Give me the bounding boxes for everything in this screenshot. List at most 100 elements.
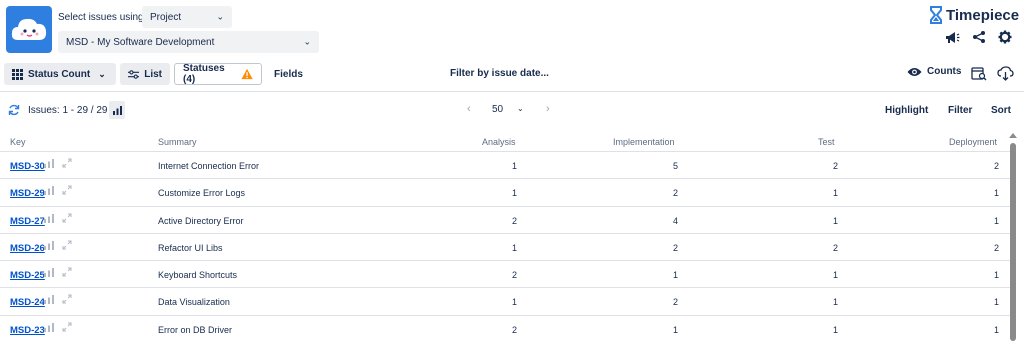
megaphone-icon[interactable]	[945, 31, 960, 44]
expand-icon	[62, 267, 72, 277]
table-header: Key Summary Analysis Implementation Test…	[0, 132, 1010, 152]
status-count-label: Status Count	[28, 68, 91, 80]
issue-chart-button[interactable]	[44, 322, 54, 335]
issue-key-link[interactable]: MSD-23	[10, 325, 45, 336]
table-row: MSD-23 Error on DB Driver 2 1 1 1	[0, 316, 1010, 341]
row-actions	[44, 158, 72, 171]
analysis-count: 2	[511, 324, 517, 335]
chevron-down-icon: ⌄	[98, 68, 106, 79]
filter-by-date-button[interactable]: Filter by issue date...	[450, 68, 549, 79]
eye-icon	[907, 67, 922, 76]
issue-key-link[interactable]: MSD-30	[10, 161, 45, 172]
issue-key-link[interactable]: MSD-25	[10, 270, 45, 281]
chevron-down-icon: ⌄	[216, 11, 224, 22]
grid-icon	[12, 68, 23, 80]
issue-key-link[interactable]: MSD-27	[10, 216, 45, 227]
issue-chart-button[interactable]	[44, 159, 54, 171]
bar-chart-icon	[44, 268, 54, 278]
implementation-count: 2	[672, 242, 678, 253]
chevron-down-icon: ⌄	[303, 36, 311, 47]
column-header-analysis[interactable]: Analysis	[482, 137, 516, 147]
expand-icon	[62, 185, 72, 195]
column-header-summary[interactable]: Summary	[158, 137, 197, 147]
table-row: MSD-29 Customize Error Logs 1 2 1 1	[0, 179, 1010, 207]
selection-mode-dropdown[interactable]: Project ⌄	[142, 6, 232, 28]
test-count: 1	[832, 324, 838, 335]
filter-button[interactable]: Filter	[948, 105, 972, 116]
issue-expand-button[interactable]	[62, 267, 72, 280]
bar-chart-icon	[112, 105, 122, 115]
bar-chart-icon	[44, 159, 54, 168]
previous-page-button[interactable]: ‹	[467, 103, 471, 115]
status-count-button[interactable]: Status Count ⌄	[4, 63, 116, 85]
bar-chart-icon	[44, 295, 54, 305]
issue-expand-button[interactable]	[62, 213, 72, 226]
list-button[interactable]: List	[120, 63, 170, 85]
analysis-count: 1	[511, 242, 517, 253]
deployment-count: 1	[993, 270, 999, 281]
calendar-search-icon[interactable]	[971, 66, 987, 84]
column-header-test[interactable]: Test	[818, 137, 835, 147]
column-header-deployment[interactable]: Deployment	[949, 137, 997, 147]
fields-button[interactable]: Fields	[266, 63, 312, 85]
brand: Timepiece	[929, 6, 1019, 24]
issue-chart-button[interactable]	[44, 295, 54, 307]
row-actions	[44, 294, 72, 307]
issue-chart-button[interactable]	[44, 186, 54, 198]
bar-chart-button[interactable]	[109, 101, 125, 119]
statuses-button[interactable]: Statuses (4)	[174, 63, 262, 85]
chevron-down-icon[interactable]: ⌄	[517, 104, 524, 113]
share-icon[interactable]	[972, 30, 986, 44]
next-page-button[interactable]: ›	[546, 103, 550, 115]
deployment-count: 1	[993, 188, 999, 199]
analysis-count: 2	[511, 270, 517, 281]
expand-icon	[62, 294, 72, 304]
deployment-count: 1	[993, 297, 999, 308]
page-size-value[interactable]: 50	[492, 104, 503, 115]
select-issues-label: Select issues using	[58, 12, 144, 23]
issue-summary: Active Directory Error	[158, 215, 244, 226]
scrollbar-thumb[interactable]	[1010, 143, 1016, 341]
expand-icon	[62, 240, 72, 250]
issue-chart-button[interactable]	[44, 268, 54, 280]
sort-button[interactable]: Sort	[991, 105, 1011, 116]
gear-icon[interactable]	[998, 30, 1012, 44]
project-dropdown[interactable]: MSD - My Software Development ⌄	[58, 31, 319, 53]
test-count: 1	[832, 297, 838, 308]
bar-chart-icon	[44, 186, 54, 196]
issue-chart-button[interactable]	[44, 240, 54, 253]
row-actions	[44, 240, 72, 253]
column-header-key[interactable]: Key	[10, 137, 26, 147]
issue-key-link[interactable]: MSD-26	[10, 243, 45, 254]
issue-expand-button[interactable]	[62, 185, 72, 198]
fields-label: Fields	[274, 68, 303, 80]
analysis-count: 1	[511, 297, 517, 308]
counts-button[interactable]: Counts	[907, 66, 961, 77]
hourglass-icon	[930, 6, 942, 24]
vertical-scrollbar[interactable]	[1008, 132, 1018, 341]
column-header-implementation[interactable]: Implementation	[613, 137, 675, 147]
deployment-count: 2	[993, 161, 999, 171]
highlight-button[interactable]: Highlight	[885, 105, 928, 116]
row-actions	[44, 322, 72, 335]
test-count: 2	[832, 242, 838, 253]
issue-expand-button[interactable]	[62, 322, 72, 335]
implementation-count: 1	[672, 270, 678, 281]
issue-chart-button[interactable]	[44, 213, 54, 226]
issue-expand-button[interactable]	[62, 240, 72, 253]
deployment-count: 1	[993, 215, 999, 226]
issue-summary: Error on DB Driver	[158, 324, 233, 335]
test-count: 1	[832, 270, 838, 281]
scroll-up-arrow[interactable]	[1009, 133, 1017, 138]
row-actions	[44, 185, 72, 198]
bar-chart-icon	[44, 213, 54, 223]
issue-expand-button[interactable]	[62, 158, 72, 171]
toolbar-divider	[0, 91, 1024, 92]
issue-key-link[interactable]: MSD-24	[10, 297, 45, 308]
cloud-download-icon[interactable]	[997, 66, 1014, 84]
issue-expand-button[interactable]	[62, 294, 72, 307]
issue-key-link[interactable]: MSD-29	[10, 188, 45, 199]
refresh-icon[interactable]	[8, 104, 20, 119]
implementation-count: 5	[672, 161, 678, 171]
statuses-label: Statuses (4)	[183, 63, 225, 85]
